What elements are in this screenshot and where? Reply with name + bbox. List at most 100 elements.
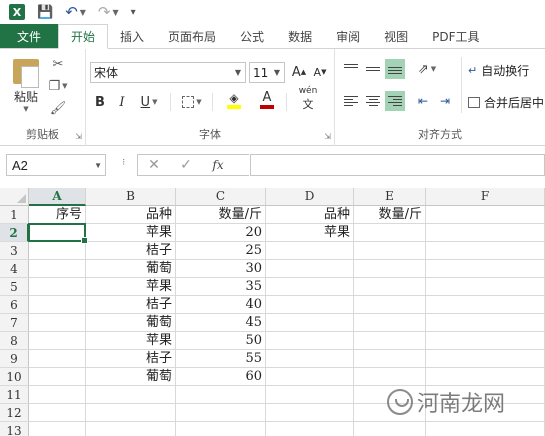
save-icon[interactable]: 💾 (37, 5, 53, 20)
cell-b8[interactable]: 苹果 (86, 332, 176, 350)
cell-a1[interactable]: 序号 (29, 206, 86, 224)
cell-f2[interactable] (426, 224, 545, 242)
font-color-button[interactable]: A (252, 90, 282, 110)
cell-a13[interactable] (29, 422, 86, 436)
tab-review[interactable]: 审阅 (324, 24, 372, 48)
increase-font-size-button[interactable]: A ▲ (290, 62, 308, 82)
align-right-icon[interactable] (385, 91, 405, 111)
undo-icon[interactable]: ↶ ▼ (65, 3, 86, 21)
tab-file[interactable]: 文件 (0, 24, 58, 48)
cell-c7[interactable]: 45 (176, 314, 266, 332)
name-box[interactable]: A2 ▼ (6, 154, 106, 176)
row-header-3[interactable]: 3 (0, 242, 29, 260)
cell-c1[interactable]: 数量/斤 (176, 206, 266, 224)
cell-b5[interactable]: 苹果 (86, 278, 176, 296)
cell-e7[interactable] (354, 314, 426, 332)
cell-e3[interactable] (354, 242, 426, 260)
cell-a5[interactable] (29, 278, 86, 296)
row-header-10[interactable]: 10 (0, 368, 29, 386)
tab-insert[interactable]: 插入 (108, 24, 156, 48)
row-header-4[interactable]: 4 (0, 260, 29, 278)
cell-e8[interactable] (354, 332, 426, 350)
cell-d12[interactable] (266, 404, 354, 422)
copy-icon[interactable]: ❐ ▼ (48, 77, 68, 95)
column-header-c[interactable]: C (176, 188, 266, 206)
cell-b4[interactable]: 葡萄 (86, 260, 176, 278)
cell-c9[interactable]: 55 (176, 350, 266, 368)
customize-qat-icon[interactable]: ▾ (131, 7, 136, 18)
cell-e9[interactable] (354, 350, 426, 368)
cell-c11[interactable] (176, 386, 266, 404)
wrap-text-button[interactable]: ↵ 自动换行 (468, 62, 529, 79)
cell-c12[interactable] (176, 404, 266, 422)
clipboard-launcher-icon[interactable]: ⇲ (75, 132, 82, 141)
paste-dropdown-icon[interactable]: ▼ (23, 105, 28, 113)
row-header-12[interactable]: 12 (0, 404, 29, 422)
cell-b7[interactable]: 葡萄 (86, 314, 176, 332)
redo-icon[interactable]: ↷ ▼ (98, 3, 119, 21)
cell-d4[interactable] (266, 260, 354, 278)
cell-c2[interactable]: 20 (176, 224, 266, 242)
cell-d6[interactable] (266, 296, 354, 314)
cell-f10[interactable] (426, 368, 545, 386)
cell-c5[interactable]: 35 (176, 278, 266, 296)
formula-input[interactable] (250, 154, 545, 176)
tab-formulas[interactable]: 公式 (228, 24, 276, 48)
decrease-font-size-button[interactable]: A ▼ (311, 62, 329, 82)
decrease-indent-icon[interactable]: ⇤ (413, 91, 433, 111)
cell-c4[interactable]: 30 (176, 260, 266, 278)
cell-c6[interactable]: 40 (176, 296, 266, 314)
cell-d2[interactable]: 苹果 (266, 224, 354, 242)
cell-d5[interactable] (266, 278, 354, 296)
row-header-9[interactable]: 9 (0, 350, 29, 368)
tab-home[interactable]: 开始 (58, 24, 109, 49)
formula-bar-splitter-icon[interactable]: ··· (117, 158, 128, 165)
cell-a8[interactable] (29, 332, 86, 350)
cell-d8[interactable] (266, 332, 354, 350)
format-painter-icon[interactable]: 🖌 (48, 99, 68, 117)
cell-f1[interactable] (426, 206, 545, 224)
fill-color-button[interactable]: ◈ (220, 90, 248, 110)
cell-d10[interactable] (266, 368, 354, 386)
cell-b12[interactable] (86, 404, 176, 422)
italic-button[interactable]: I (114, 92, 130, 112)
cell-e5[interactable] (354, 278, 426, 296)
borders-button[interactable]: ▼ (178, 92, 206, 112)
cell-a10[interactable] (29, 368, 86, 386)
cell-f3[interactable] (426, 242, 545, 260)
cell-d13[interactable] (266, 422, 354, 436)
column-header-d[interactable]: D (266, 188, 354, 206)
cell-a4[interactable] (29, 260, 86, 278)
row-header-6[interactable]: 6 (0, 296, 29, 314)
cell-d3[interactable] (266, 242, 354, 260)
orientation-button[interactable]: ⇗ ▼ (413, 59, 441, 79)
row-header-11[interactable]: 11 (0, 386, 29, 404)
tab-view[interactable]: 视图 (372, 24, 420, 48)
cell-e6[interactable] (354, 296, 426, 314)
row-header-1[interactable]: 1 (0, 206, 29, 224)
cell-b13[interactable] (86, 422, 176, 436)
cell-a11[interactable] (29, 386, 86, 404)
column-header-b[interactable]: B (86, 188, 176, 206)
row-header-7[interactable]: 7 (0, 314, 29, 332)
font-name-select[interactable]: 宋体 ▼ (90, 62, 246, 83)
row-header-13[interactable]: 13 (0, 422, 29, 436)
merge-center-button[interactable]: 合并后居中 (468, 94, 544, 111)
cancel-icon[interactable]: ✕ (138, 157, 170, 173)
align-center-icon[interactable] (363, 91, 383, 111)
cell-a6[interactable] (29, 296, 86, 314)
cell-d1[interactable]: 品种 (266, 206, 354, 224)
cell-e13[interactable] (354, 422, 426, 436)
enter-icon[interactable]: ✓ (170, 157, 202, 173)
paste-button[interactable]: 粘贴 ▼ (6, 55, 46, 113)
cell-f7[interactable] (426, 314, 545, 332)
cell-b3[interactable]: 桔子 (86, 242, 176, 260)
cell-f13[interactable] (426, 422, 545, 436)
column-header-a[interactable]: A (29, 188, 86, 206)
top-align-icon[interactable] (341, 59, 361, 79)
cell-e2[interactable] (354, 224, 426, 242)
cell-b2[interactable]: 苹果 (86, 224, 176, 242)
chevron-down-icon[interactable]: ▼ (94, 161, 102, 170)
cell-e1[interactable]: 数量/斤 (354, 206, 426, 224)
cell-a12[interactable] (29, 404, 86, 422)
